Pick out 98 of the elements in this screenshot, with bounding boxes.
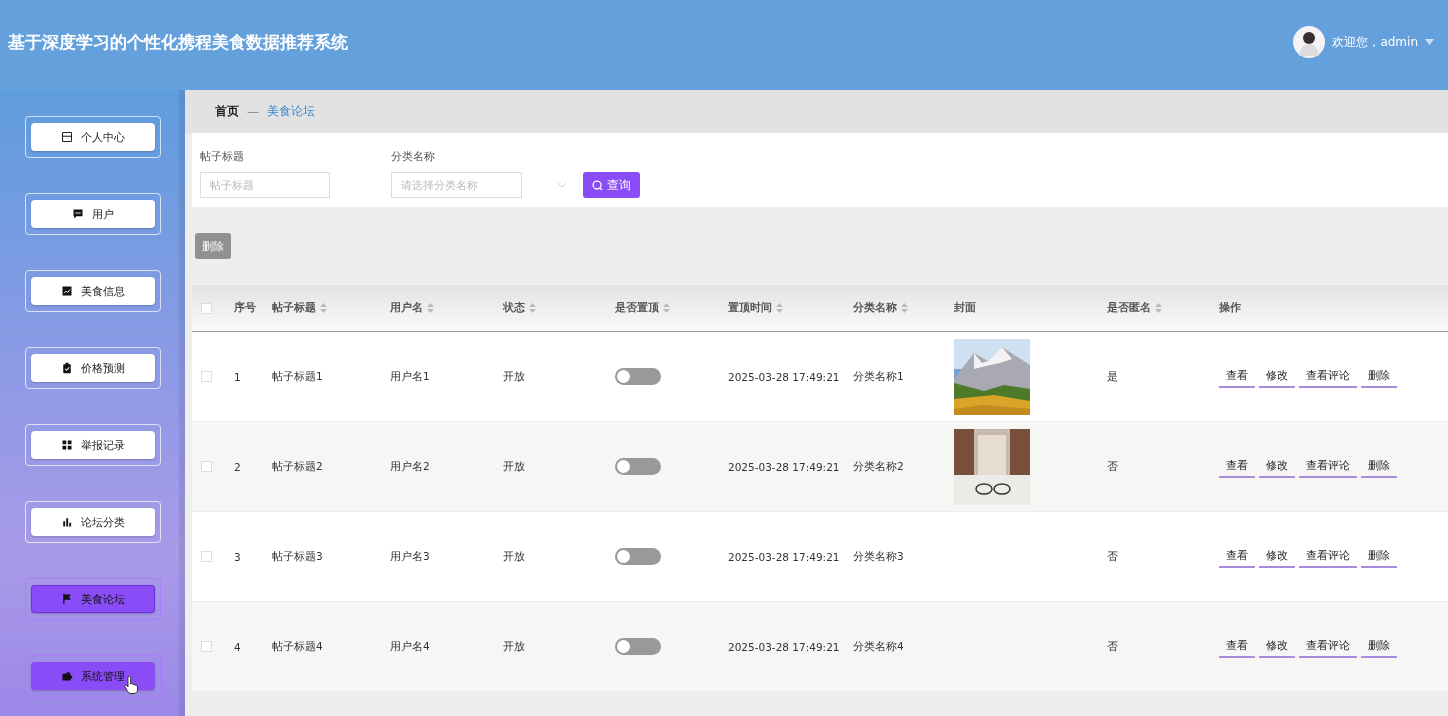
action-link[interactable]: 查看评论 [1299, 545, 1357, 568]
sidebar-item[interactable]: 用户 [30, 200, 155, 228]
table-cell: 否 [1107, 639, 1118, 654]
chevron-icon[interactable] [557, 182, 567, 188]
column-header: 是否匿名 [1107, 301, 1151, 315]
sidebar-item[interactable]: 价格预测 [30, 354, 155, 382]
search-icon [592, 179, 603, 191]
table-cell: 2 [234, 460, 241, 473]
column-header: 序号 [234, 301, 256, 315]
toggle-switch[interactable] [615, 548, 661, 565]
sort-icon[interactable] [529, 303, 536, 313]
query-button[interactable]: 查询 [583, 172, 640, 198]
action-link[interactable]: 查看评论 [1299, 365, 1357, 388]
table-cell: 分类名称2 [853, 459, 904, 474]
table-cell: 用户名3 [390, 549, 430, 564]
sort-icon[interactable] [1155, 303, 1162, 313]
table-cell: 2025-03-28 17:49:21 [728, 640, 840, 653]
action-link[interactable]: 删除 [1361, 545, 1397, 568]
table-cell: 2025-03-28 17:49:21 [728, 370, 840, 383]
app-title: 基于深度学习的个性化携程美食数据推荐系统 [8, 30, 348, 54]
table-cell: 是 [1107, 369, 1118, 384]
table-cell: 2025-03-28 17:49:21 [728, 550, 840, 563]
table-cell: 1 [234, 370, 241, 383]
table-cell: 3 [234, 550, 241, 563]
table-cell: 帖子标题2 [272, 459, 323, 474]
caret-icon[interactable] [1425, 39, 1434, 45]
table-cell: 开放 [503, 639, 525, 654]
sidebar-item[interactable]: 个人中心 [30, 123, 155, 151]
breadcrumb-home[interactable]: 首页 [215, 103, 239, 120]
chat-icon [71, 208, 84, 220]
action-link[interactable]: 修改 [1259, 455, 1295, 478]
action-link[interactable]: 查看 [1219, 545, 1255, 568]
sort-icon[interactable] [663, 303, 670, 313]
table-cell: 用户名2 [390, 459, 430, 474]
flag-icon [60, 593, 73, 605]
table-cell: 否 [1107, 549, 1118, 564]
sort-icon[interactable] [776, 303, 783, 313]
action-link[interactable]: 查看 [1219, 365, 1255, 388]
table-cell: 否 [1107, 459, 1118, 474]
sidebar-item[interactable]: 系统管理 [30, 662, 155, 690]
sort-icon[interactable] [320, 303, 327, 313]
action-link[interactable]: 删除 [1361, 365, 1397, 388]
action-link[interactable]: 删除 [1361, 635, 1397, 658]
table-cell: 帖子标题3 [272, 549, 323, 564]
action-link[interactable]: 修改 [1259, 365, 1295, 388]
action-link[interactable]: 查看评论 [1299, 635, 1357, 658]
table-cell: 开放 [503, 549, 525, 564]
action-link[interactable]: 修改 [1259, 635, 1295, 658]
sidebar-item[interactable]: 美食信息 [30, 277, 155, 305]
column-header: 封面 [954, 301, 976, 315]
select-field[interactable]: 请选择分类名称 [391, 172, 522, 198]
breadcrumb-separator: — [247, 104, 259, 119]
sidebar-item[interactable]: 美食论坛 [30, 585, 155, 613]
sort-icon[interactable] [901, 303, 908, 313]
grid-icon [60, 439, 73, 451]
table-cell: 用户名4 [390, 639, 430, 654]
toggle-switch[interactable] [615, 368, 661, 385]
action-link[interactable]: 查看 [1219, 635, 1255, 658]
field-label: 分类名称 [391, 149, 436, 164]
avatar-icon[interactable] [1293, 26, 1326, 58]
sidebar-item[interactable]: 举报记录 [30, 431, 155, 459]
table-cell: 4 [234, 640, 241, 653]
checkbox[interactable] [201, 641, 212, 652]
table-cell: 开放 [503, 459, 525, 474]
checkbox[interactable] [201, 551, 212, 562]
table-cell: 分类名称3 [853, 549, 904, 564]
column-header: 用户名 [390, 301, 423, 315]
table-cell: 分类名称4 [853, 639, 904, 654]
table-cell: 帖子标题1 [272, 369, 323, 384]
table-cell: 帖子标题4 [272, 639, 323, 654]
table-cell: 2025-03-28 17:49:21 [728, 460, 840, 473]
clipboard-icon [60, 362, 73, 374]
checkbox[interactable] [201, 302, 212, 314]
table-cell: 分类名称1 [853, 369, 904, 384]
bars-icon [60, 516, 73, 528]
input-field[interactable]: 帖子标题 [200, 172, 330, 198]
action-link[interactable]: 修改 [1259, 545, 1295, 568]
column-header: 操作 [1219, 301, 1241, 315]
sort-icon[interactable] [427, 303, 434, 313]
action-link[interactable]: 删除 [1361, 455, 1397, 478]
checkbox[interactable] [201, 371, 212, 382]
column-header: 置顶时间 [728, 301, 772, 315]
table-cell: 开放 [503, 369, 525, 384]
table-cell: 用户名1 [390, 369, 430, 384]
sidebar-item[interactable]: 论坛分类 [30, 508, 155, 536]
cursor-icon [123, 676, 138, 694]
column-header: 帖子标题 [272, 301, 316, 315]
field-label: 帖子标题 [200, 149, 245, 164]
toggle-switch[interactable] [615, 458, 661, 475]
action-link[interactable]: 查看 [1219, 455, 1255, 478]
chart-icon [60, 285, 73, 297]
card-icon [60, 131, 73, 143]
column-header: 状态 [503, 301, 525, 315]
column-header: 分类名称 [853, 301, 897, 315]
checkbox[interactable] [201, 461, 212, 472]
column-header: 是否置顶 [615, 301, 659, 315]
action-link[interactable]: 查看评论 [1299, 455, 1357, 478]
toggle-switch[interactable] [615, 638, 661, 655]
